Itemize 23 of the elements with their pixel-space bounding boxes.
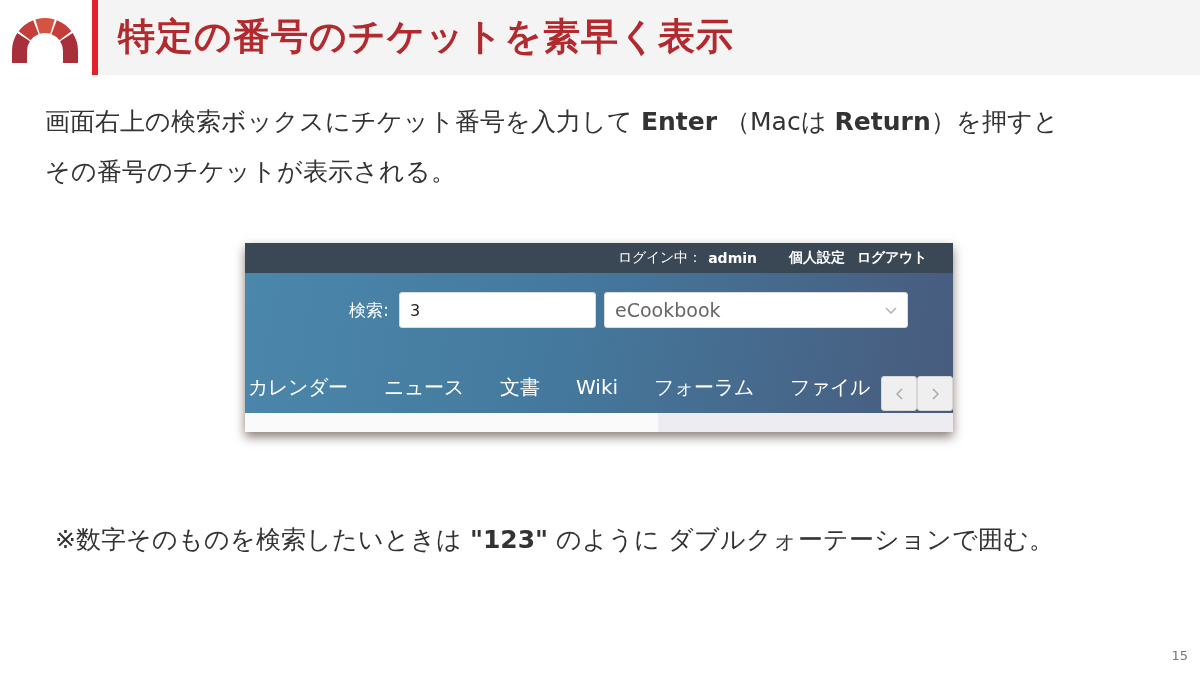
search-label: 検索: — [349, 298, 389, 322]
chevron-down-icon — [885, 306, 897, 314]
search-field[interactable]: 3 — [399, 292, 596, 328]
chevron-left-icon — [895, 387, 903, 400]
nav-tab[interactable]: ファイル — [790, 376, 871, 398]
note-paragraph: ※数字そのものを検索したいときは "123" のように ダブルクォーテーションで囲む。 — [55, 524, 1056, 556]
username-text: admin — [708, 250, 757, 266]
nav-tab[interactable]: Wiki — [576, 376, 619, 398]
top-bar-link[interactable]: 個人設定 — [789, 249, 845, 267]
scroll-left-button[interactable] — [881, 376, 917, 411]
scroll-right-button[interactable] — [917, 376, 953, 411]
nav-tab[interactable]: 文書 — [500, 376, 540, 398]
login-label: ログイン中： — [618, 249, 703, 267]
intro-paragraph: 画面右上の検索ボックスにチケット番号を入力して Enter （Macは Return）を押すと その番号のチケットが表示される。 — [45, 106, 1060, 188]
nav-tab[interactable]: ニュース — [384, 376, 464, 398]
page-number: 15 — [1171, 648, 1188, 663]
chevron-right-icon — [931, 387, 939, 400]
arch-logo-icon — [12, 18, 78, 63]
nav-tab[interactable]: フォーラム — [654, 376, 755, 398]
top-bar-link[interactable]: ログアウト — [857, 249, 927, 267]
nav-tab[interactable]: カレンダー — [248, 376, 348, 398]
project-select[interactable]: eCookbook — [604, 292, 908, 328]
slide-title: 特定の番号のチケットを素早く表示 — [118, 15, 734, 60]
